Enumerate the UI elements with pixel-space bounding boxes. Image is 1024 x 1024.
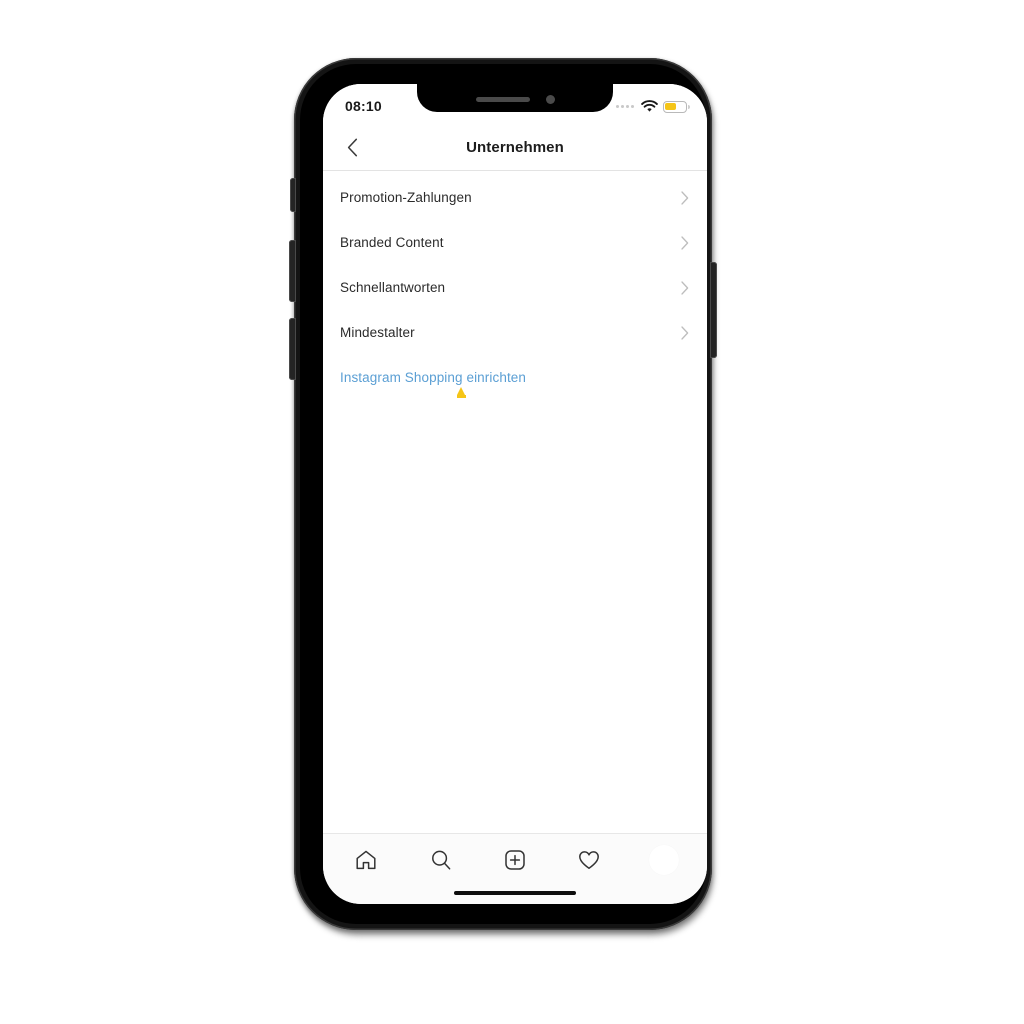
home-icon xyxy=(354,848,378,872)
settings-list: Promotion-Zahlungen Branded Content Schn… xyxy=(323,171,707,397)
volume-up-button[interactable] xyxy=(289,240,296,302)
chevron-right-icon xyxy=(681,325,689,340)
instagram-shopping-link[interactable]: Instagram Shopping einrichten xyxy=(323,357,707,397)
list-item-branded-content[interactable]: Branded Content xyxy=(323,220,707,265)
page-title: Unternehmen xyxy=(466,138,564,156)
power-button[interactable] xyxy=(710,262,717,358)
screenshot-stage: 08:10 Unternehmen Promotion-Zahlungen Br… xyxy=(0,0,1024,1024)
profile-avatar xyxy=(648,845,679,875)
add-post-icon xyxy=(503,848,527,872)
navigation-bar: Unternehmen xyxy=(323,124,707,171)
earpiece-speaker-icon xyxy=(475,96,530,102)
chevron-left-icon xyxy=(347,138,358,157)
tab-profile[interactable] xyxy=(627,834,701,886)
tab-bar xyxy=(323,833,707,904)
mute-switch-button[interactable] xyxy=(290,178,296,212)
list-item-label: Promotion-Zahlungen xyxy=(340,190,472,205)
signal-dots-icon xyxy=(616,105,634,108)
tab-search[interactable] xyxy=(403,834,477,886)
chevron-right-icon xyxy=(681,235,689,250)
pointer-marker-icon xyxy=(456,387,466,398)
list-item-promotion-zahlungen[interactable]: Promotion-Zahlungen xyxy=(323,175,707,220)
list-item-mindestalter[interactable]: Mindestalter xyxy=(323,310,707,355)
front-camera-icon xyxy=(545,94,555,104)
status-bar-time: 08:10 xyxy=(345,98,382,114)
wifi-icon xyxy=(641,100,658,113)
tab-add-post[interactable] xyxy=(478,834,552,886)
chevron-right-icon xyxy=(681,190,689,205)
tab-activity[interactable] xyxy=(552,834,626,886)
home-indicator[interactable] xyxy=(454,890,576,895)
list-item-label: Schnellantworten xyxy=(340,280,446,295)
device-notch xyxy=(417,84,613,112)
search-icon xyxy=(429,848,453,872)
chevron-right-icon xyxy=(681,280,689,295)
list-item-label: Branded Content xyxy=(340,235,444,250)
list-item-schnellantworten[interactable]: Schnellantworten xyxy=(323,265,707,310)
heart-icon xyxy=(577,848,601,872)
tab-home[interactable] xyxy=(329,834,403,886)
back-button[interactable] xyxy=(335,130,369,164)
battery-icon xyxy=(663,100,690,113)
battery-level-fill xyxy=(665,102,676,111)
volume-down-button[interactable] xyxy=(289,318,296,380)
phone-screen: 08:10 Unternehmen Promotion-Zahlungen Br… xyxy=(323,84,707,904)
link-label: Instagram Shopping einrichten xyxy=(340,369,527,385)
list-item-label: Mindestalter xyxy=(340,325,415,340)
status-bar-indicators xyxy=(616,95,690,113)
